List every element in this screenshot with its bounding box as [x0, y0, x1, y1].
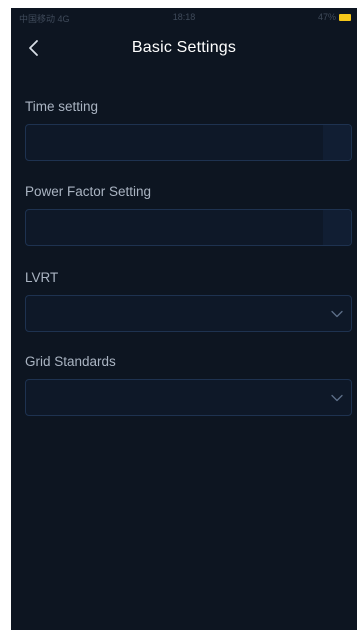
status-bar: 中国移动 4G 18:18 47%	[11, 8, 357, 26]
grid-standards-label: Grid Standards	[25, 354, 116, 369]
time-setting-input[interactable]	[25, 124, 352, 161]
power-factor-label: Power Factor Setting	[25, 184, 152, 199]
grid-standards-select[interactable]	[25, 379, 352, 416]
battery-icon	[339, 13, 351, 21]
lvrt-select[interactable]	[25, 295, 352, 332]
power-factor-input-edge	[323, 210, 351, 245]
status-right: 47%	[318, 12, 351, 22]
time-setting-input-edge	[323, 125, 351, 160]
power-factor-input[interactable]	[25, 209, 352, 246]
chevron-down-icon	[331, 394, 343, 402]
lvrt-label: LVRT	[25, 270, 59, 285]
status-time: 18:18	[172, 12, 196, 22]
battery-percent: 47%	[317, 12, 336, 22]
page-title: Basic Settings	[131, 39, 237, 56]
chevron-down-icon	[331, 310, 343, 318]
app-screen: 中国移动 4G 18:18 47% Basic Settings Time se…	[11, 8, 357, 630]
nav-bar: Basic Settings	[11, 28, 357, 68]
time-setting-label: Time setting	[25, 99, 99, 114]
